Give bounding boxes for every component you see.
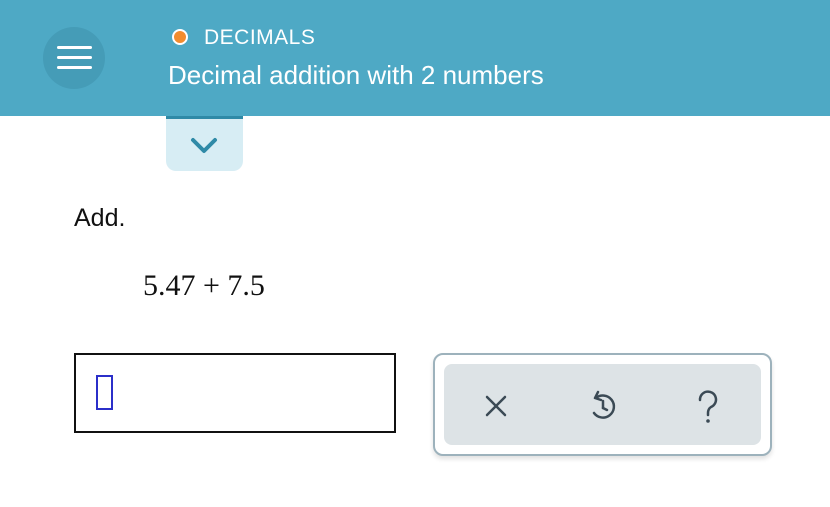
undo-button[interactable] — [578, 381, 628, 431]
hamburger-menu-icon-bar-bottom — [57, 66, 92, 69]
answer-input[interactable] — [74, 353, 396, 433]
lesson-title: Decimal addition with 2 numbers — [168, 60, 544, 90]
topic-label: DECIMALS — [204, 26, 316, 49]
help-icon — [698, 390, 718, 423]
topic-status-dot-icon — [172, 29, 188, 45]
hamburger-menu-icon-bar-middle — [57, 56, 92, 59]
help-button[interactable] — [683, 381, 733, 431]
expand-details-button[interactable] — [166, 116, 243, 171]
math-expression: 5.47 + 7.5 — [143, 269, 265, 302]
question-instruction: Add. — [74, 204, 126, 232]
chevron-down-icon — [191, 138, 217, 153]
page: DECIMALS Decimal addition with 2 numbers… — [0, 0, 830, 507]
close-icon — [485, 395, 507, 417]
answer-cursor-placeholder — [96, 375, 113, 410]
toolbar-tray — [444, 364, 761, 445]
menu-button[interactable] — [43, 27, 105, 89]
answer-toolbar — [433, 353, 772, 456]
clear-button[interactable] — [471, 381, 521, 431]
hamburger-menu-icon-bar-top — [57, 46, 92, 49]
header-bar: DECIMALS Decimal addition with 2 numbers — [0, 0, 830, 116]
undo-icon — [592, 390, 616, 419]
